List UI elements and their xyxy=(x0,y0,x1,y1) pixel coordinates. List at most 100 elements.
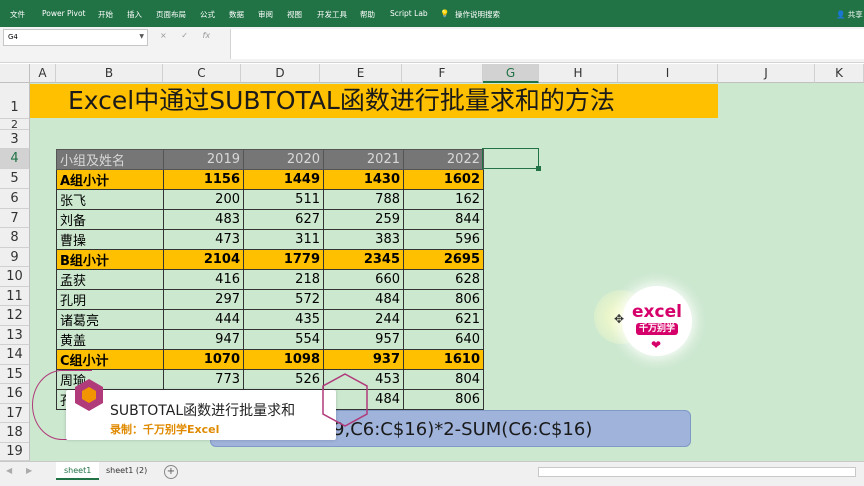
row-header-10[interactable]: 10 xyxy=(0,267,30,287)
value-cell[interactable]: 2104 xyxy=(163,249,244,270)
formula-input[interactable] xyxy=(230,29,864,59)
fx-icon[interactable]: fx xyxy=(203,31,211,40)
value-cell[interactable]: 244 xyxy=(323,309,404,330)
value-cell[interactable]: 1430 xyxy=(323,169,404,190)
row-header-13[interactable]: 13 xyxy=(0,326,30,345)
value-cell[interactable]: 804 xyxy=(403,369,484,390)
value-cell[interactable]: 435 xyxy=(243,309,324,330)
enter-icon[interactable]: ✓ xyxy=(181,31,188,40)
value-cell[interactable]: 937 xyxy=(323,349,404,370)
row-header-2[interactable]: 2 xyxy=(0,119,30,130)
name-cell[interactable]: 曹操 xyxy=(56,229,164,250)
name-cell[interactable]: 孔明 xyxy=(56,289,164,310)
tab-data[interactable]: 数据 xyxy=(229,9,244,20)
value-cell[interactable]: 416 xyxy=(163,269,244,290)
header-cell[interactable]: 2020 xyxy=(243,149,324,170)
tab-insert[interactable]: 插入 xyxy=(127,9,142,20)
col-header-h[interactable]: H xyxy=(539,64,618,83)
row-header-19[interactable]: 19 xyxy=(0,443,30,461)
col-header-b[interactable]: B xyxy=(56,64,163,83)
value-cell[interactable]: 627 xyxy=(243,209,324,230)
col-header-a[interactable]: A xyxy=(30,64,56,83)
col-header-c[interactable]: C xyxy=(163,64,241,83)
select-all-corner[interactable] xyxy=(0,64,30,83)
col-header-i[interactable]: I xyxy=(618,64,718,83)
value-cell[interactable]: 806 xyxy=(403,389,484,410)
row-header-3[interactable]: 3 xyxy=(0,130,30,149)
col-header-k[interactable]: K xyxy=(815,64,864,83)
col-header-d[interactable]: D xyxy=(241,64,320,83)
value-cell[interactable]: 200 xyxy=(163,189,244,210)
value-cell[interactable]: 628 xyxy=(403,269,484,290)
tab-help[interactable]: 帮助 xyxy=(360,9,375,20)
value-cell[interactable]: 297 xyxy=(163,289,244,310)
header-cell[interactable]: 2019 xyxy=(163,149,244,170)
row-header-15[interactable]: 15 xyxy=(0,365,30,384)
value-cell[interactable]: 1156 xyxy=(163,169,244,190)
col-header-g[interactable]: G xyxy=(483,64,539,83)
value-cell[interactable]: 773 xyxy=(163,369,244,390)
row-header-8[interactable]: 8 xyxy=(0,228,30,248)
value-cell[interactable]: 483 xyxy=(163,209,244,230)
share-button[interactable]: 👤 共享 xyxy=(836,9,863,20)
value-cell[interactable]: 484 xyxy=(323,289,404,310)
value-cell[interactable]: 1610 xyxy=(403,349,484,370)
value-cell[interactable]: 511 xyxy=(243,189,324,210)
name-cell[interactable]: 诸葛亮 xyxy=(56,309,164,330)
value-cell[interactable]: 640 xyxy=(403,329,484,350)
value-cell[interactable]: 162 xyxy=(403,189,484,210)
value-cell[interactable]: 444 xyxy=(163,309,244,330)
row-header-4[interactable]: 4 xyxy=(0,149,30,169)
name-cell[interactable]: 刘备 xyxy=(56,209,164,230)
value-cell[interactable]: 473 xyxy=(163,229,244,250)
chevron-down-icon[interactable]: ▼ xyxy=(139,33,144,40)
cancel-icon[interactable]: × xyxy=(160,31,167,40)
sheet-tab-sheet1[interactable]: sheet1 xyxy=(56,462,100,480)
header-cell[interactable]: 2021 xyxy=(323,149,404,170)
row-header-9[interactable]: 9 xyxy=(0,248,30,267)
tab-file[interactable]: 文件 xyxy=(10,9,25,20)
name-cell[interactable]: 张飞 xyxy=(56,189,164,210)
tab-formulas[interactable]: 公式 xyxy=(200,9,215,20)
sheet-tab-sheet1-2[interactable]: sheet1 (2) xyxy=(98,462,155,480)
name-box[interactable]: G4 ▼ xyxy=(3,29,148,46)
row-header-14[interactable]: 14 xyxy=(0,345,30,365)
next-sheet-icon[interactable]: ▶ xyxy=(26,466,32,475)
row-header-16[interactable]: 16 xyxy=(0,384,30,404)
value-cell[interactable]: 660 xyxy=(323,269,404,290)
tab-page-layout[interactable]: 页面布局 xyxy=(156,9,186,20)
tab-power-pivot[interactable]: Power Pivot xyxy=(42,9,85,18)
sheet-title[interactable]: Excel中通过SUBTOTAL函数进行批量求和的方法 xyxy=(30,84,718,118)
value-cell[interactable]: 844 xyxy=(403,209,484,230)
row-header-18[interactable]: 18 xyxy=(0,423,30,443)
selected-cell-g4[interactable] xyxy=(482,148,541,171)
value-cell[interactable]: 947 xyxy=(163,329,244,350)
name-cell[interactable]: A组小计 xyxy=(56,169,164,190)
tell-me-search[interactable]: 操作说明搜索 xyxy=(455,9,500,20)
value-cell[interactable]: 2345 xyxy=(323,249,404,270)
value-cell[interactable]: 218 xyxy=(243,269,324,290)
name-cell[interactable]: B组小计 xyxy=(56,249,164,270)
value-cell[interactable]: 806 xyxy=(403,289,484,310)
col-header-e[interactable]: E xyxy=(320,64,402,83)
row-header-7[interactable]: 7 xyxy=(0,209,30,228)
name-cell[interactable]: C组小计 xyxy=(56,349,164,370)
col-header-j[interactable]: J xyxy=(718,64,815,83)
tab-view[interactable]: 视图 xyxy=(287,9,302,20)
name-cell[interactable]: 黄盖 xyxy=(56,329,164,350)
header-cell[interactable]: 小组及姓名 xyxy=(56,149,164,170)
value-cell[interactable]: 554 xyxy=(243,329,324,350)
horizontal-scrollbar[interactable] xyxy=(538,467,856,477)
prev-sheet-icon[interactable]: ◀ xyxy=(6,466,12,475)
tab-developer[interactable]: 开发工具 xyxy=(317,9,347,20)
value-cell[interactable]: 1070 xyxy=(163,349,244,370)
value-cell[interactable]: 788 xyxy=(323,189,404,210)
value-cell[interactable]: 572 xyxy=(243,289,324,310)
tab-home[interactable]: 开始 xyxy=(98,9,113,20)
value-cell[interactable]: 957 xyxy=(323,329,404,350)
value-cell[interactable]: 1602 xyxy=(403,169,484,190)
value-cell[interactable]: 1449 xyxy=(243,169,324,190)
name-cell[interactable]: 孟获 xyxy=(56,269,164,290)
value-cell[interactable]: 1779 xyxy=(243,249,324,270)
value-cell[interactable]: 526 xyxy=(243,369,324,390)
